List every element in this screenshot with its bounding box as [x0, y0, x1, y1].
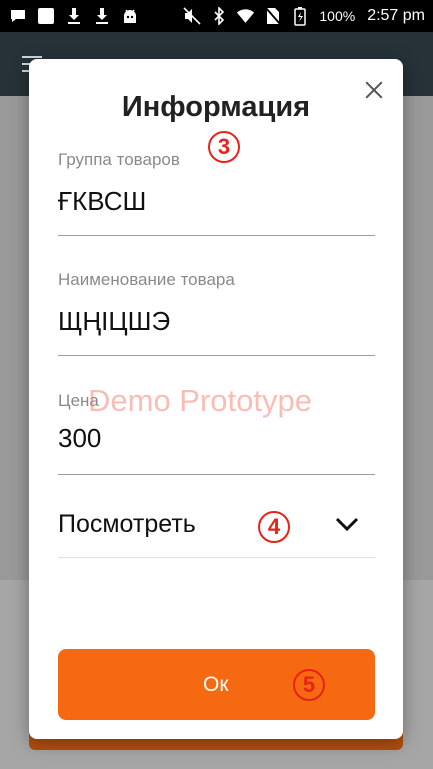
field-underline [58, 474, 375, 475]
view-label: Посмотреть [58, 510, 196, 538]
step-marker-4: 4 [258, 511, 290, 543]
clock: 2:57 pm [367, 7, 425, 24]
field-value: ЩҢІЦШЭ [58, 306, 171, 336]
view-dropdown[interactable]: Посмотреть [58, 500, 375, 558]
field-product-name[interactable]: Наименование товара ЩҢІЦШЭ [58, 270, 375, 356]
download-icon [92, 7, 111, 26]
dialog-title: Информация [121, 91, 311, 123]
battery-percent: 100% [319, 8, 356, 24]
field-label: Цена [58, 391, 99, 410]
ok-label: Ок [203, 673, 229, 696]
field-underline [58, 235, 375, 236]
status-bar-left [8, 7, 139, 26]
chevron-down-icon [335, 517, 359, 532]
step-marker-3: 3 [208, 131, 240, 163]
ok-button[interactable]: Ок [58, 649, 375, 720]
bluetooth-icon [209, 7, 228, 26]
mute-icon [182, 7, 201, 26]
status-bar: 100% 2:57 pm [0, 0, 433, 32]
notification-icon [8, 7, 27, 26]
status-bar-right: 100% 2:57 pm [182, 6, 425, 26]
download-icon [64, 7, 83, 26]
notification-square-icon [36, 7, 55, 26]
field-value: ҒКВСШ [58, 186, 147, 216]
step-marker-5: 5 [293, 669, 325, 701]
field-product-group[interactable]: Группа товаров ҒКВСШ [58, 150, 375, 236]
close-icon[interactable] [363, 79, 385, 101]
no-sim-icon [263, 7, 282, 26]
android-icon [120, 7, 139, 26]
field-value: 300 [58, 423, 102, 453]
view-underline [58, 557, 375, 558]
wifi-icon [236, 7, 255, 26]
field-label: Наименование товара [58, 270, 235, 289]
battery-charging-icon [290, 6, 309, 26]
field-underline [58, 355, 375, 356]
field-price[interactable]: Цена 300 [58, 391, 375, 475]
